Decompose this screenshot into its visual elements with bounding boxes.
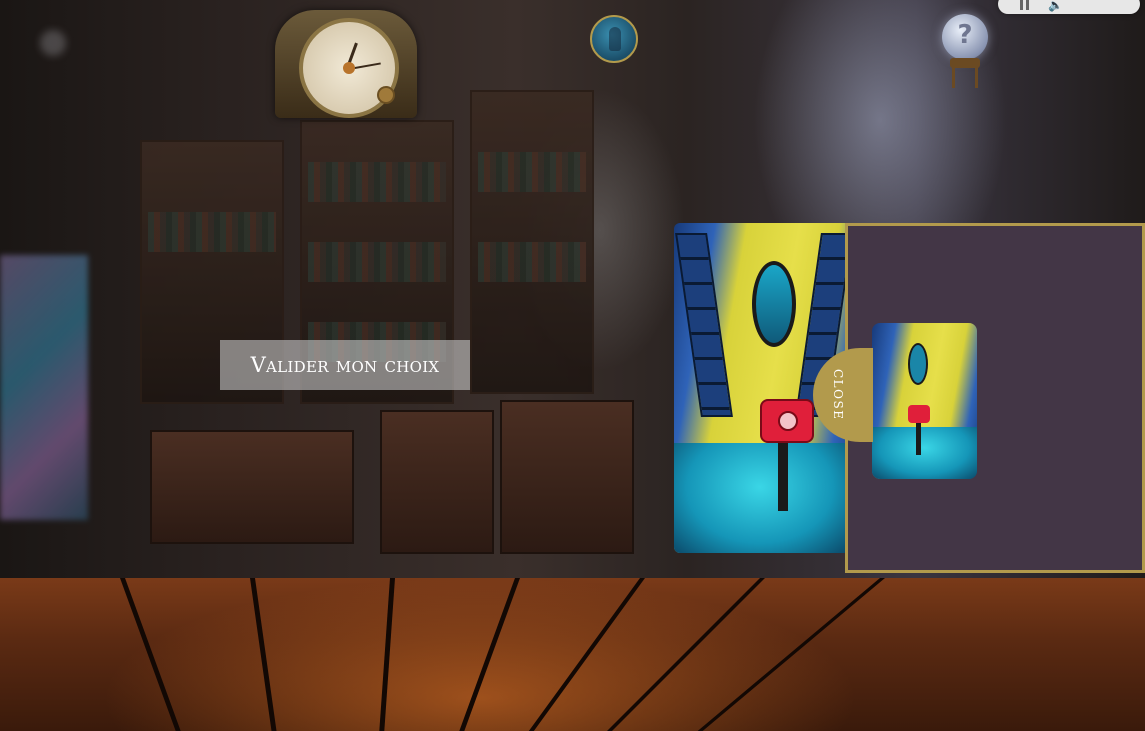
help-question-mark: ? — [957, 20, 973, 50]
card-table — [778, 441, 788, 511]
thumbnail-table — [916, 423, 921, 455]
thumbnail-mirror — [908, 343, 928, 385]
cabinet — [380, 410, 494, 554]
thumbnail-floor — [872, 427, 977, 479]
card-selection-panel — [845, 223, 1145, 573]
cabinet — [500, 400, 634, 554]
telephone-icon — [760, 399, 814, 443]
books — [308, 242, 446, 282]
portrait-medallion-icon[interactable] — [590, 15, 638, 63]
books — [478, 152, 586, 192]
gear-icon — [377, 86, 395, 104]
validate-choice-button[interactable]: Valider mon choix — [220, 340, 470, 390]
phone-dial — [778, 411, 798, 431]
thumbnail-telephone-icon — [908, 405, 930, 423]
card-mirror — [752, 261, 796, 347]
lamp-glow — [40, 30, 66, 56]
books — [148, 212, 276, 252]
bookshelf — [470, 90, 594, 394]
books — [478, 242, 586, 282]
books — [308, 162, 446, 202]
medallion-figure — [609, 27, 621, 51]
card-floor — [674, 443, 846, 553]
card-window-left — [675, 233, 733, 417]
volume-icon[interactable]: 🔈 — [1048, 0, 1063, 11]
help-stand-leg — [975, 66, 978, 88]
clock-center — [343, 62, 355, 74]
cabinet — [150, 430, 354, 544]
help-stand-leg — [952, 66, 955, 88]
antique-clock-icon[interactable] — [275, 10, 417, 118]
blurred-card-left — [0, 255, 88, 520]
pause-icon[interactable] — [1020, 0, 1030, 10]
close-label: CLOSE — [831, 369, 845, 421]
card-thumbnail[interactable] — [872, 323, 977, 479]
crystal-ball-help-icon[interactable]: ? — [940, 14, 990, 88]
audio-controls: 🔈 — [998, 0, 1140, 14]
